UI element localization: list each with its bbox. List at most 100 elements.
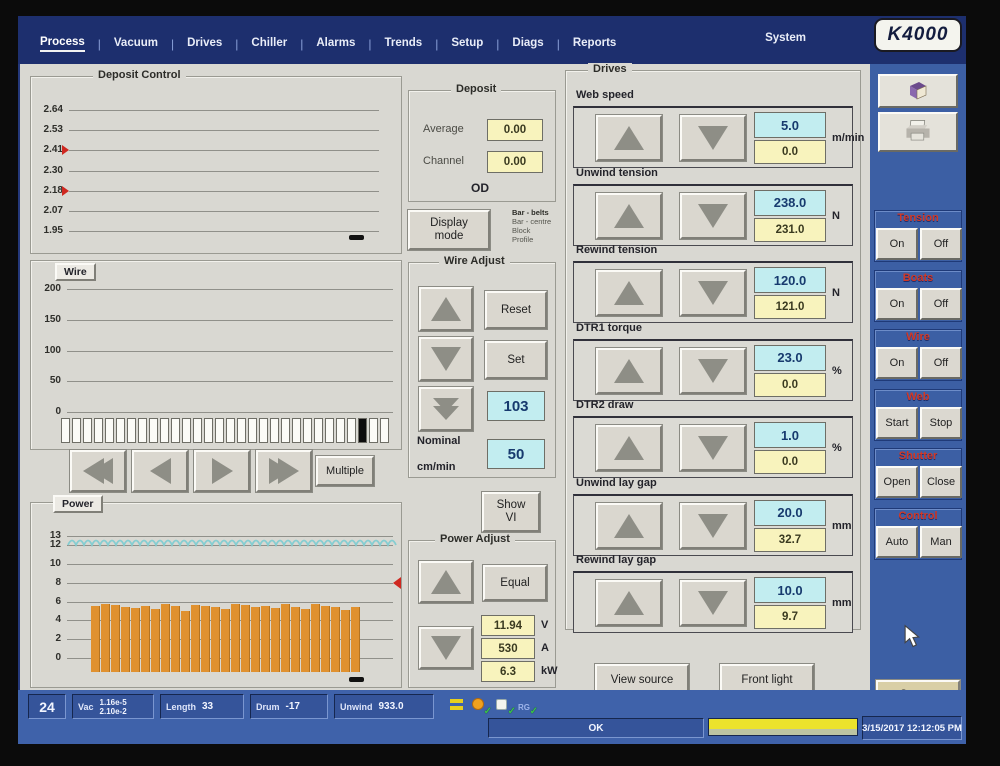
power-down-button[interactable]: [419, 627, 473, 669]
wire-on-button[interactable]: On: [876, 347, 918, 379]
power-chart-tag[interactable]: Power: [53, 495, 103, 513]
print-button[interactable]: [878, 112, 958, 152]
orange-lamp-icon[interactable]: ✓: [472, 697, 488, 713]
wire-down-button[interactable]: [419, 337, 473, 381]
power-equal-button[interactable]: Equal: [483, 565, 547, 601]
menu-tab-chiller[interactable]: Chiller: [251, 37, 287, 51]
wire-off-button[interactable]: Off: [920, 347, 962, 379]
wire-channel-strip[interactable]: [61, 418, 391, 443]
rg-badge-icon[interactable]: RG✓: [518, 697, 534, 713]
increase-button[interactable]: [596, 193, 662, 239]
channel-cell[interactable]: [61, 418, 70, 443]
multiple-button[interactable]: Multiple: [316, 456, 374, 486]
setpoint-field[interactable]: 5.0: [754, 112, 826, 138]
channel-cell[interactable]: [171, 418, 180, 443]
menu-tab-trends[interactable]: Trends: [384, 37, 422, 51]
channel-cell[interactable]: [369, 418, 378, 443]
average-field[interactable]: 0.00: [487, 119, 543, 141]
wire-chart-tag[interactable]: Wire: [55, 263, 96, 281]
fast-rewind-button[interactable]: [70, 450, 126, 492]
wire-speed-field[interactable]: 103: [487, 391, 545, 421]
channel-cell[interactable]: [105, 418, 114, 443]
control-auto-button[interactable]: Auto: [876, 526, 918, 558]
active-channel-cell[interactable]: [358, 418, 367, 443]
shutter-open-button[interactable]: Open: [876, 466, 918, 498]
channel-cell[interactable]: [149, 418, 158, 443]
menu-tab-diags[interactable]: Diags: [512, 37, 543, 51]
wire-nominal-field[interactable]: 50: [487, 439, 545, 469]
channel-cell[interactable]: [138, 418, 147, 443]
wire-set-button[interactable]: Set: [485, 341, 547, 379]
setpoint-field[interactable]: 23.0: [754, 345, 826, 371]
boats-on-button[interactable]: On: [876, 288, 918, 320]
decrease-button[interactable]: [680, 503, 746, 549]
power-up-button[interactable]: [419, 561, 473, 603]
channel-cell[interactable]: [259, 418, 268, 443]
menu-item-system[interactable]: System: [765, 32, 806, 44]
show-vi-button[interactable]: Show VI: [482, 492, 540, 532]
channel-cell[interactable]: [83, 418, 92, 443]
step-back-button[interactable]: [132, 450, 188, 492]
channel-cell[interactable]: [303, 418, 312, 443]
decrease-button[interactable]: [680, 425, 746, 471]
setpoint-field[interactable]: 20.0: [754, 500, 826, 526]
setpoint-field[interactable]: 238.0: [754, 190, 826, 216]
wire-reset-button[interactable]: Reset: [485, 291, 547, 329]
channel-cell[interactable]: [127, 418, 136, 443]
boats-off-button[interactable]: Off: [920, 288, 962, 320]
menu-tab-drives[interactable]: Drives: [187, 37, 222, 51]
channel-cell[interactable]: [182, 418, 191, 443]
wire-up-button[interactable]: [419, 287, 473, 331]
tension-on-button[interactable]: On: [876, 228, 918, 260]
wire-fast-down-button[interactable]: [419, 387, 473, 431]
decrease-button[interactable]: [680, 115, 746, 161]
fast-forward-button[interactable]: [256, 450, 312, 492]
yellow-bars-icon[interactable]: [450, 697, 466, 713]
web-start-button[interactable]: Start: [876, 407, 918, 439]
tension-off-button[interactable]: Off: [920, 228, 962, 260]
channel-cell[interactable]: [215, 418, 224, 443]
step-forward-button[interactable]: [194, 450, 250, 492]
decrease-button[interactable]: [680, 270, 746, 316]
control-man-button[interactable]: Man: [920, 526, 962, 558]
decrease-button[interactable]: [680, 348, 746, 394]
increase-button[interactable]: [596, 503, 662, 549]
channel-cell[interactable]: [160, 418, 169, 443]
channel-cell[interactable]: [314, 418, 323, 443]
menu-tab-setup[interactable]: Setup: [451, 37, 483, 51]
channel-cell[interactable]: [94, 418, 103, 443]
increase-button[interactable]: [596, 270, 662, 316]
channel-cell[interactable]: [248, 418, 257, 443]
channel-cell[interactable]: [237, 418, 246, 443]
menu-tab-vacuum[interactable]: Vacuum: [114, 37, 158, 51]
channel-cell[interactable]: [347, 418, 356, 443]
channel-cell[interactable]: [380, 418, 389, 443]
display-mode-button[interactable]: Display mode: [408, 210, 490, 250]
white-pump-icon[interactable]: ✓: [496, 697, 512, 713]
increase-button[interactable]: [596, 580, 662, 626]
setpoint-field[interactable]: 120.0: [754, 267, 826, 293]
help-book-button[interactable]: [878, 74, 958, 108]
menu-tab-alarms[interactable]: Alarms: [316, 37, 355, 51]
decrease-button[interactable]: [680, 193, 746, 239]
web-stop-button[interactable]: Stop: [920, 407, 962, 439]
channel-cell[interactable]: [193, 418, 202, 443]
channel-field[interactable]: 0.00: [487, 151, 543, 173]
menu-tab-reports[interactable]: Reports: [573, 37, 616, 51]
channel-cell[interactable]: [325, 418, 334, 443]
channel-cell[interactable]: [226, 418, 235, 443]
shutter-close-button[interactable]: Close: [920, 466, 962, 498]
decrease-button[interactable]: [680, 580, 746, 626]
increase-button[interactable]: [596, 348, 662, 394]
channel-cell[interactable]: [116, 418, 125, 443]
setpoint-field[interactable]: 10.0: [754, 577, 826, 603]
channel-cell[interactable]: [204, 418, 213, 443]
increase-button[interactable]: [596, 115, 662, 161]
channel-cell[interactable]: [270, 418, 279, 443]
channel-cell[interactable]: [72, 418, 81, 443]
setpoint-field[interactable]: 1.0: [754, 422, 826, 448]
channel-cell[interactable]: [336, 418, 345, 443]
channel-cell[interactable]: [292, 418, 301, 443]
increase-button[interactable]: [596, 425, 662, 471]
menu-tab-process[interactable]: Process: [40, 36, 85, 52]
